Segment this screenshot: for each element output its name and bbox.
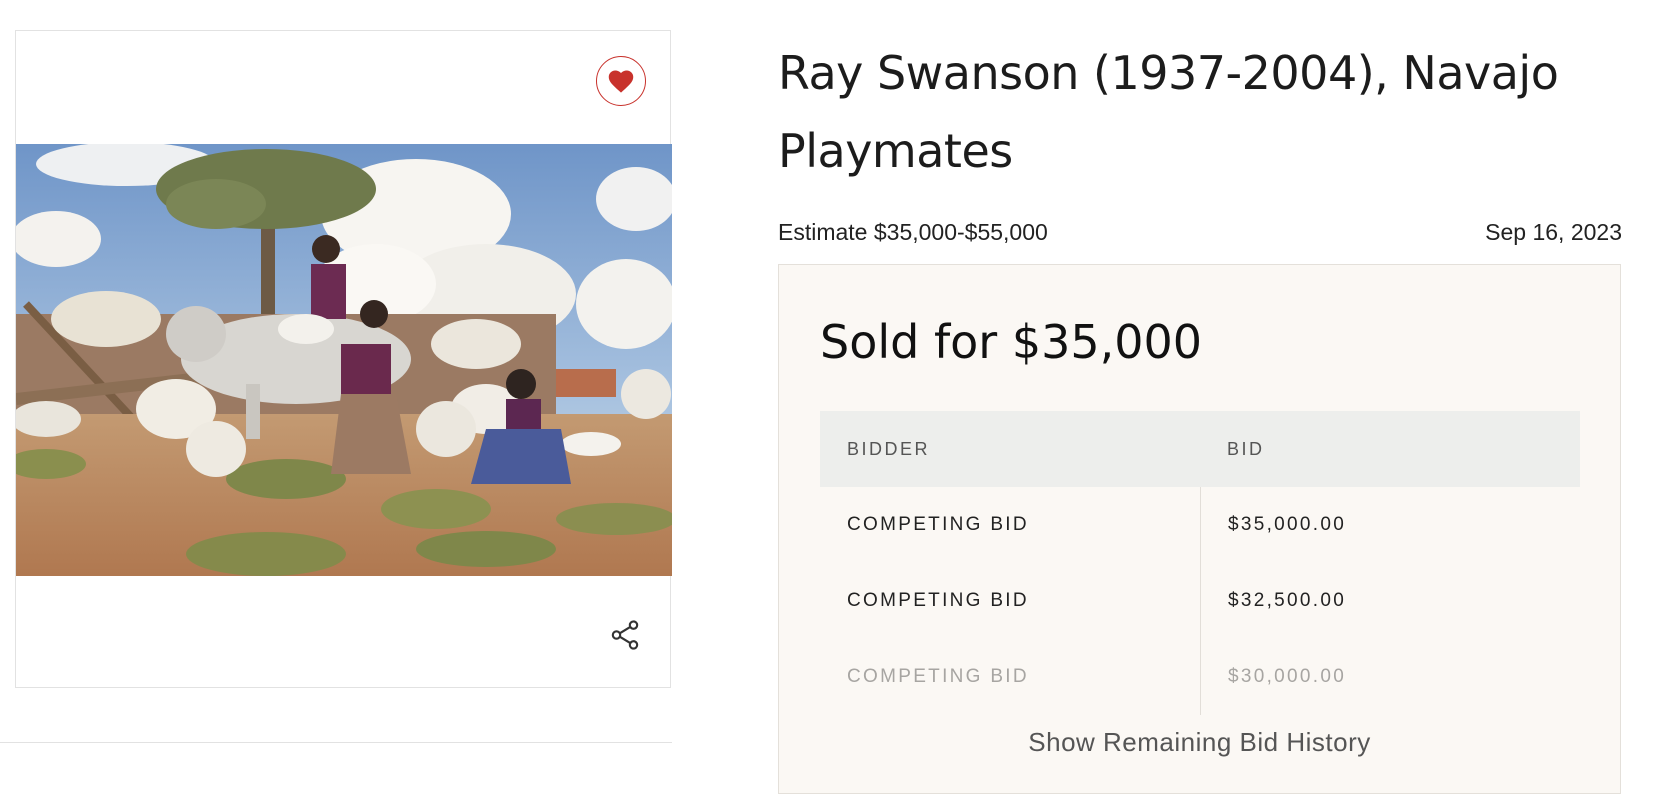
bid-amount-cell: $35,000.00 xyxy=(1200,487,1580,563)
share-button[interactable] xyxy=(605,615,645,655)
bid-row: COMPETING BID $30,000.00 xyxy=(820,639,1580,715)
show-remaining-bid-history-button[interactable]: Show Remaining Bid History xyxy=(779,727,1620,758)
lot-estimate: Estimate $35,000-$55,000 xyxy=(778,219,1048,245)
bid-table: BIDDER BID COMPETING BID $35,000.00 COMP… xyxy=(820,411,1580,715)
artwork-image[interactable] xyxy=(16,144,672,576)
bidder-cell: COMPETING BID xyxy=(847,590,1029,611)
bid-amount-cell: $30,000.00 xyxy=(1200,639,1580,715)
share-icon xyxy=(611,620,639,650)
sale-date: Sep 16, 2023 xyxy=(1485,219,1622,245)
section-divider xyxy=(0,742,672,743)
bidder-cell: COMPETING BID xyxy=(847,666,1029,687)
bid-amount-cell: $32,500.00 xyxy=(1200,563,1580,639)
sold-price: Sold for $35,000 xyxy=(820,315,1203,369)
bid-history-panel: Sold for $35,000 BIDDER BID COMPETING BI… xyxy=(778,264,1621,794)
lot-image-card xyxy=(15,30,672,688)
bidder-column-header: BIDDER xyxy=(847,438,931,459)
heart-icon xyxy=(608,70,634,93)
bid-table-header: BIDDER BID xyxy=(820,411,1580,487)
bidder-cell: COMPETING BID xyxy=(847,514,1029,535)
bid-column-header: BID xyxy=(1227,438,1265,459)
favorite-button[interactable] xyxy=(596,56,646,106)
bid-row: COMPETING BID $35,000.00 xyxy=(820,487,1580,563)
bid-row: COMPETING BID $32,500.00 xyxy=(820,563,1580,639)
lot-title: Ray Swanson (1937-2004), Navajo Playmate… xyxy=(778,46,1559,178)
